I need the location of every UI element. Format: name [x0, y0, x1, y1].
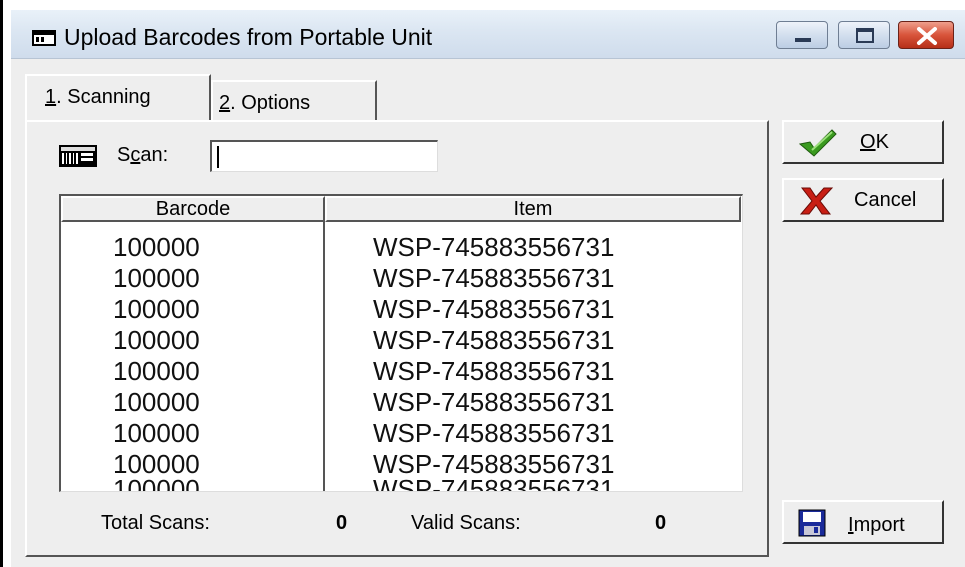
column-header-item[interactable]: Item	[325, 196, 741, 222]
close-icon	[917, 27, 937, 45]
tab-options[interactable]: 2. Options	[211, 80, 377, 120]
table-row[interactable]: 100000 WSP-745883556731	[97, 474, 645, 492]
cancel-label: Cancel	[854, 189, 917, 211]
window-title: Upload Barcodes from Portable Unit	[64, 24, 433, 50]
scan-input[interactable]	[210, 140, 438, 172]
import-button[interactable]: Import	[782, 500, 944, 544]
ok-label: OK	[860, 131, 889, 154]
x-icon	[799, 187, 834, 215]
maximize-button[interactable]	[838, 21, 890, 49]
item-cell: WSP-745883556731	[373, 387, 615, 417]
table-row[interactable]: 100000 WSP-745883556731	[97, 232, 645, 263]
item-cell: WSP-745883556731	[373, 294, 615, 324]
title-bar[interactable]: Upload Barcodes from Portable Unit	[11, 10, 965, 59]
scan-label: Scan:	[117, 144, 168, 167]
minimize-button[interactable]	[776, 21, 828, 49]
item-cell: WSP-745883556731	[373, 474, 615, 492]
item-cell: WSP-745883556731	[373, 356, 615, 386]
tab-scanning-label: . Scanning	[56, 86, 151, 108]
barcode-cell: 100000	[113, 263, 200, 293]
tab-options-accel: 2	[219, 92, 231, 114]
maximize-icon	[856, 28, 874, 43]
tab-scanning[interactable]: 1. Scanning	[25, 74, 211, 122]
scan-label-pre: S	[117, 144, 131, 166]
import-label: Import	[848, 514, 905, 537]
barcode-cell: 100000	[113, 232, 200, 262]
grid-header: Barcode Item	[61, 196, 742, 222]
valid-scans-value: 0	[655, 512, 667, 534]
barcode-grid[interactable]: Barcode Item 100000 WSP-745883556731 100…	[59, 194, 743, 492]
import-label-rest: mport	[853, 514, 905, 536]
barcode-cell: 100000	[113, 418, 200, 448]
barcode-cell: 100000	[113, 294, 200, 324]
upload-barcodes-dialog: Upload Barcodes from Portable Unit 1. Sc…	[11, 10, 965, 567]
table-row[interactable]: 100000 WSP-745883556731	[97, 263, 645, 294]
tab-scanning-accel: 1	[45, 86, 57, 108]
table-row[interactable]: 100000 WSP-745883556731	[97, 356, 645, 387]
screen-edge	[0, 0, 3, 567]
ok-label-accel: O	[860, 131, 876, 153]
total-scans-value: 0	[336, 512, 348, 534]
item-cell: WSP-745883556731	[373, 418, 615, 448]
item-cell: WSP-745883556731	[373, 263, 615, 293]
tab-options-label: . Options	[230, 92, 311, 114]
window-icon	[32, 30, 56, 46]
checkmark-icon	[798, 129, 837, 157]
item-cell: WSP-745883556731	[373, 325, 615, 355]
barcode-cell: 100000	[113, 325, 200, 355]
minimize-icon	[795, 38, 811, 42]
barcode-cell: 100000	[113, 356, 200, 386]
valid-scans-label: Valid Scans:	[411, 512, 521, 534]
ok-button[interactable]: OK	[782, 120, 944, 164]
barcode-cell: 100000	[113, 387, 200, 417]
cancel-button[interactable]: Cancel	[782, 178, 944, 222]
column-header-barcode[interactable]: Barcode	[61, 196, 325, 222]
floppy-disk-icon	[798, 509, 826, 537]
barcode-cell: 100000	[113, 474, 200, 492]
close-button[interactable]	[898, 21, 954, 49]
scan-label-post: an:	[140, 144, 169, 166]
text-caret	[217, 146, 219, 168]
scan-label-accel: c	[130, 144, 141, 166]
item-cell: WSP-745883556731	[373, 232, 615, 262]
ok-label-rest: K	[875, 131, 889, 153]
barcode-scanner-icon	[59, 145, 97, 167]
table-row[interactable]: 100000 WSP-745883556731	[97, 387, 645, 418]
table-row[interactable]: 100000 WSP-745883556731	[97, 294, 645, 325]
total-scans-label: Total Scans:	[101, 512, 210, 534]
table-row[interactable]: 100000 WSP-745883556731	[97, 325, 645, 356]
table-row[interactable]: 100000 WSP-745883556731	[97, 418, 645, 449]
